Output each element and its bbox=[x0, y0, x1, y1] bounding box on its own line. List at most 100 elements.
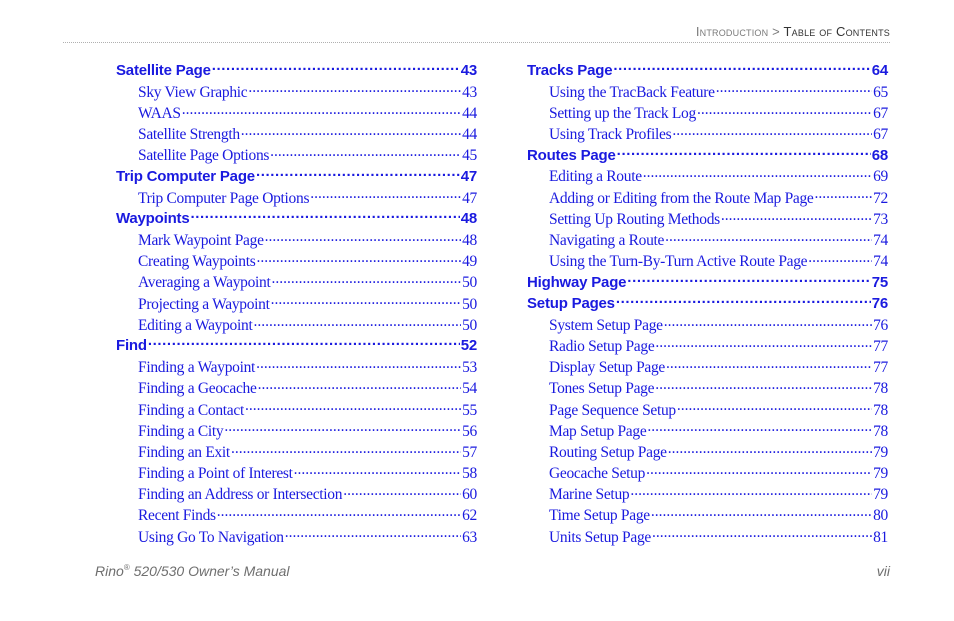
toc-entry-title: Geocache Setup bbox=[549, 465, 646, 483]
toc-subsection-link[interactable]: Routing Setup Page 79 bbox=[527, 441, 888, 462]
toc-entry-title: Tones Setup Page bbox=[549, 380, 655, 398]
toc-subsection-link[interactable]: Creating Waypoints 49 bbox=[116, 251, 477, 272]
toc-subsection-link[interactable]: Finding a Geocache 54 bbox=[116, 378, 477, 399]
toc-section-link[interactable]: Waypoints 48 bbox=[116, 208, 477, 229]
toc-section-link[interactable]: Tracks Page 64 bbox=[527, 60, 888, 81]
toc-subsection-link[interactable]: Finding a Waypoint 53 bbox=[116, 357, 477, 378]
toc-entry-page-number: 67 bbox=[873, 104, 888, 122]
toc-entry-page-number: 74 bbox=[873, 232, 888, 249]
toc-subsection-link[interactable]: Finding a City 56 bbox=[116, 420, 477, 441]
toc-subsection-link[interactable]: Using Track Profiles 67 bbox=[527, 124, 888, 145]
toc-subsection-link[interactable]: Finding an Exit 57 bbox=[116, 441, 477, 462]
toc-subsection-link[interactable]: Editing a Waypoint 50 bbox=[116, 314, 477, 335]
dot-leader bbox=[617, 145, 871, 160]
toc-entry-page-number: 49 bbox=[462, 253, 477, 271]
toc-subsection-link[interactable]: Trip Computer Page Options 47 bbox=[116, 187, 477, 208]
dot-leader bbox=[148, 335, 460, 350]
toc-subsection-link[interactable]: Averaging a Waypoint 50 bbox=[116, 272, 477, 293]
toc-subsection-link[interactable]: Marine Setup 79 bbox=[527, 484, 888, 505]
toc-section-link[interactable]: Setup Pages 76 bbox=[527, 293, 888, 314]
dot-leader bbox=[646, 463, 872, 479]
footer-manual-name: 520/530 Owner’s Manual bbox=[129, 563, 290, 579]
toc-entry-page-number: 47 bbox=[462, 189, 477, 207]
breadcrumb-separator: > bbox=[768, 24, 784, 39]
toc-subsection-link[interactable]: Units Setup Page 81 bbox=[527, 526, 888, 547]
footer-manual-title: Rino® 520/530 Owner’s Manual bbox=[95, 563, 290, 579]
toc-subsection-link[interactable]: Editing a Route 69 bbox=[527, 166, 888, 187]
toc-subsection-link[interactable]: Using the TracBack Feature 65 bbox=[527, 81, 888, 102]
toc-entry-title: Finding an Address or Intersection bbox=[138, 486, 343, 504]
breadcrumb-parent[interactable]: Introduction bbox=[696, 24, 769, 39]
toc-entry-title: Satellite Strength bbox=[138, 126, 240, 144]
toc-entry-title: Tracks Page bbox=[527, 62, 613, 79]
dot-leader bbox=[265, 230, 461, 246]
toc-subsection-link[interactable]: Page Sequence Setup 78 bbox=[527, 399, 888, 420]
toc-subsection-link[interactable]: Adding or Editing from the Route Map Pag… bbox=[527, 187, 888, 208]
toc-entry-page-number: 68 bbox=[871, 146, 889, 164]
toc-entry-page-number: 65 bbox=[873, 83, 888, 101]
toc-subsection-link[interactable]: Setting up the Track Log 67 bbox=[527, 102, 888, 123]
toc-subsection-link[interactable]: Satellite Strength 44 bbox=[116, 124, 477, 145]
toc-entry-page-number: 76 bbox=[873, 316, 888, 334]
toc-entry-page-number: 80 bbox=[873, 507, 888, 525]
dot-leader bbox=[285, 526, 461, 542]
toc-entry-title: Averaging a Waypoint bbox=[138, 274, 271, 292]
toc-subsection-link[interactable]: Using Go To Navigation 63 bbox=[116, 526, 477, 547]
toc-column-left: Satellite Page 43 Sky View Graphic 43 WAAS 44… bbox=[116, 60, 477, 547]
dot-leader bbox=[256, 251, 461, 267]
dot-leader bbox=[652, 526, 872, 542]
toc-entry-page-number: 67 bbox=[873, 126, 888, 144]
dot-leader bbox=[677, 399, 872, 415]
toc-subsection-link[interactable]: Finding a Contact 55 bbox=[116, 399, 477, 420]
toc-subsection-link[interactable]: Tones Setup Page 78 bbox=[527, 378, 888, 399]
toc-entry-page-number: 50 bbox=[462, 316, 477, 334]
toc-entry-title: Finding a Contact bbox=[138, 401, 244, 419]
toc-section-link[interactable]: Trip Computer Page 47 bbox=[116, 166, 477, 187]
toc-entry-title: WAAS bbox=[138, 104, 181, 122]
toc-subsection-link[interactable]: Satellite Page Options 45 bbox=[116, 145, 477, 166]
toc-subsection-link[interactable]: Recent Finds 62 bbox=[116, 505, 477, 526]
toc-subsection-link[interactable]: Geocache Setup 79 bbox=[527, 463, 888, 484]
toc-subsection-link[interactable]: Radio Setup Page 77 bbox=[527, 335, 888, 356]
toc-section-link[interactable]: Highway Page 75 bbox=[527, 272, 888, 293]
dot-leader bbox=[256, 166, 460, 181]
toc-entry-title: Display Setup Page bbox=[549, 359, 666, 377]
toc-subsection-link[interactable]: Sky View Graphic 43 bbox=[116, 81, 477, 102]
toc-entry-title: Routes Page bbox=[527, 146, 616, 164]
toc-entry-title: Satellite Page Options bbox=[138, 147, 270, 165]
toc-entry-page-number: 58 bbox=[462, 465, 477, 483]
dot-leader bbox=[217, 505, 461, 521]
dot-leader bbox=[666, 357, 872, 373]
toc-subsection-link[interactable]: Finding a Point of Interest 58 bbox=[116, 463, 477, 484]
toc-section-link[interactable]: Routes Page 68 bbox=[527, 145, 888, 166]
toc-section-link[interactable]: Satellite Page 43 bbox=[116, 60, 477, 81]
toc-entry-page-number: 45 bbox=[462, 147, 477, 165]
dot-leader bbox=[627, 272, 870, 287]
dot-leader bbox=[294, 463, 461, 479]
dot-leader bbox=[272, 272, 462, 288]
toc-subsection-link[interactable]: Setting Up Routing Methods 73 bbox=[527, 208, 888, 229]
toc-subsection-link[interactable]: Map Setup Page 78 bbox=[527, 420, 888, 441]
toc-subsection-link[interactable]: Finding an Address or Intersection 60 bbox=[116, 484, 477, 505]
toc-entry-page-number: 55 bbox=[462, 401, 477, 419]
toc-entry-title: Projecting a Waypoint bbox=[138, 295, 270, 313]
dot-leader bbox=[697, 102, 872, 118]
toc-subsection-link[interactable]: Mark Waypoint Page 48 bbox=[116, 230, 477, 251]
toc-entry-title: Waypoints bbox=[116, 210, 190, 228]
toc-entry-page-number: 43 bbox=[462, 83, 477, 101]
toc-subsection-link[interactable]: System Setup Page 76 bbox=[527, 314, 888, 335]
toc-subsection-link[interactable]: Time Setup Page 80 bbox=[527, 505, 888, 526]
toc-entry-title: Trip Computer Page Options bbox=[138, 189, 310, 207]
toc-subsection-link[interactable]: Display Setup Page 77 bbox=[527, 357, 888, 378]
toc-subsection-link[interactable]: Projecting a Waypoint 50 bbox=[116, 293, 477, 314]
toc-section-link[interactable]: Find 52 bbox=[116, 335, 477, 356]
toc-entry-page-number: 53 bbox=[462, 359, 477, 377]
toc-entry-title: Setup Pages bbox=[527, 295, 615, 313]
dot-leader bbox=[643, 166, 872, 182]
toc-entry-title: Editing a Route bbox=[549, 168, 642, 186]
toc-subsection-link[interactable]: WAAS 44 bbox=[116, 102, 477, 123]
toc-subsection-link[interactable]: Using the Turn-By-Turn Active Route Page… bbox=[527, 251, 888, 272]
toc-entry-page-number: 56 bbox=[462, 422, 477, 440]
toc-entry-page-number: 47 bbox=[460, 167, 478, 185]
toc-subsection-link[interactable]: Navigating a Route 74 bbox=[527, 230, 888, 251]
